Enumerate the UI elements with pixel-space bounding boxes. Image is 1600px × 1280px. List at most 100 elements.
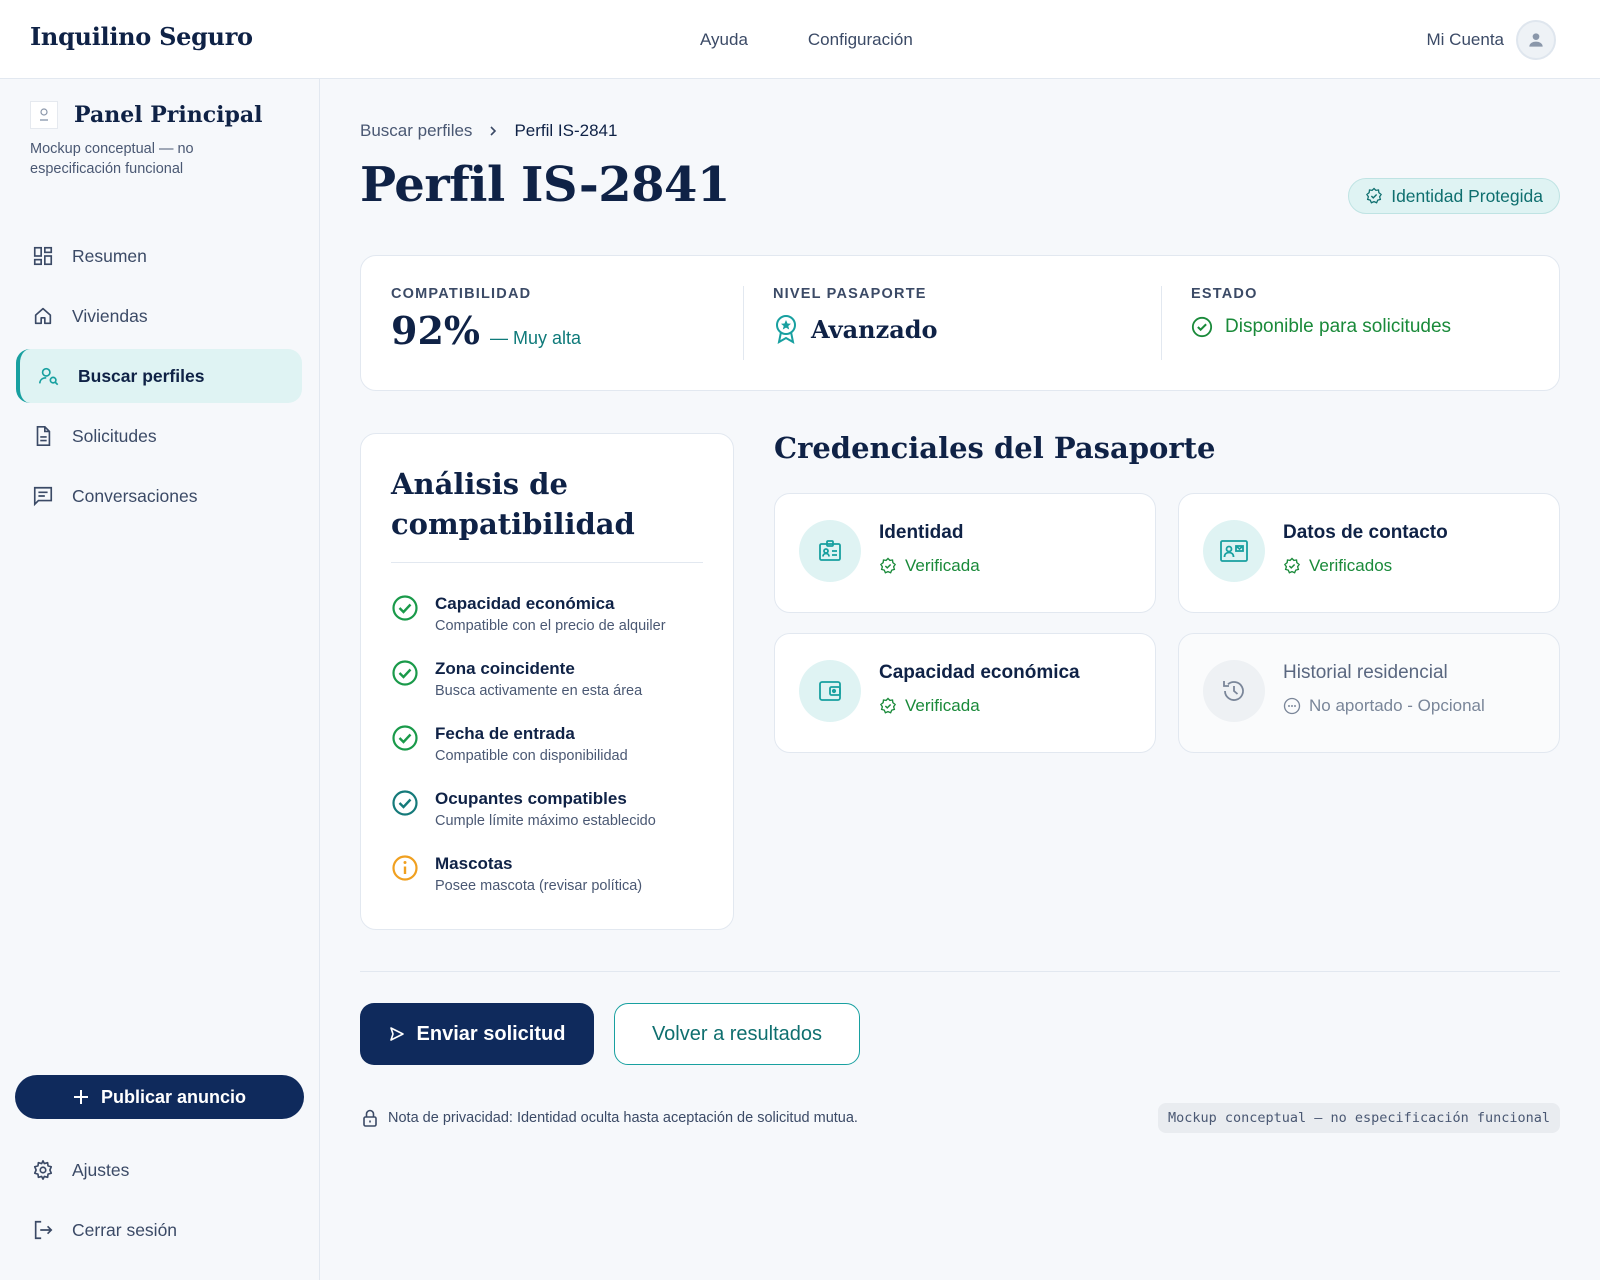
compatibility-value: 92% <box>391 308 480 353</box>
sidebar-item-conversaciones[interactable]: Conversaciones <box>16 469 302 523</box>
chevron-right-icon <box>490 126 497 136</box>
sidebar-item-label: Viviendas <box>72 305 148 326</box>
mockup-disclaimer-tag: Mockup conceptual — no especificación fu… <box>1157 1103 1560 1133</box>
contact-card-icon <box>1203 520 1265 582</box>
sidebar-item-label: Cerrar sesión <box>72 1219 178 1240</box>
credential-status-label: Verificada <box>905 556 980 575</box>
criterion-name: Fecha de entrada <box>435 724 575 743</box>
credentials-title: Credenciales del Pasaporte <box>774 431 1216 465</box>
page-title: Perfil IS-2841 <box>360 157 730 213</box>
id-badge-icon <box>799 520 861 582</box>
home-icon <box>34 307 52 325</box>
criterion-desc: Compatible con disponibilidad <box>435 748 628 764</box>
criterion-item: Fecha de entrada Compatible con disponibi… <box>391 724 628 764</box>
send-request-button[interactable]: Enviar solicitud <box>360 1003 594 1065</box>
check-circle-icon <box>392 595 418 621</box>
compatibility-analysis-card: Análisis de compatibilidad Capacidad eco… <box>360 433 734 930</box>
divider <box>391 562 703 563</box>
badge-label: Identidad Protegida <box>1391 185 1543 206</box>
criterion-desc: Cumple límite máximo establecido <box>435 813 656 829</box>
check-circle-icon <box>392 790 418 816</box>
sidebar-item-resumen[interactable]: Resumen <box>16 229 302 283</box>
compatibility-label: COMPATIBILIDAD <box>391 286 532 302</box>
sidebar-bottom-nav: Ajustes Cerrar sesión <box>16 1143 302 1263</box>
info-circle-icon <box>392 855 418 881</box>
compatibility-note: — Muy alta <box>490 328 582 348</box>
credential-status: Verificada <box>879 696 980 716</box>
account-menu[interactable]: Mi Cuenta <box>1427 20 1556 60</box>
sidebar: Panel Principal Mockup conceptual — no e… <box>0 79 320 1280</box>
breadcrumb-parent[interactable]: Buscar perfiles <box>360 121 472 141</box>
profile-stats-card: COMPATIBILIDAD 92% — Muy alta NIVEL PASA… <box>360 255 1560 391</box>
breadcrumb-current: Perfil IS-2841 <box>514 121 618 140</box>
top-bar: Inquilino Seguro Ayuda Configuración Mi … <box>0 0 1600 79</box>
gear-icon <box>33 1160 53 1180</box>
credential-status: Verificada <box>879 556 980 576</box>
sidebar-item-buscar-perfiles[interactable]: Buscar perfiles <box>16 349 302 403</box>
passport-level-value: Avanzado <box>811 314 938 344</box>
nav-link-configuracion[interactable]: Configuración <box>808 30 913 50</box>
criterion-name: Zona coincidente <box>435 659 575 678</box>
sidebar-nav: Resumen Viviendas Buscar perfiles Solici… <box>16 229 302 529</box>
credential-name: Datos de contacto <box>1283 522 1448 543</box>
sidebar-item-label: Buscar perfiles <box>78 365 205 386</box>
credential-card-capacidad-economica[interactable]: Capacidad económica Verificada <box>774 633 1156 753</box>
check-circle-icon <box>392 660 418 686</box>
status-value: Disponible para solicitudes <box>1225 316 1452 337</box>
brand-logo[interactable]: Inquilino Seguro <box>30 22 253 51</box>
sidebar-title: Panel Principal <box>74 102 263 128</box>
sidebar-item-label: Resumen <box>72 245 147 266</box>
divider <box>743 286 744 360</box>
breadcrumb: Buscar perfiles Perfil IS-2841 <box>360 121 617 141</box>
criterion-item: Capacidad económica Compatible con el pre… <box>391 594 666 634</box>
check-circle-icon <box>1191 316 1213 338</box>
publish-listing-button[interactable]: Publicar anuncio <box>15 1075 304 1119</box>
passport-level-stat: NIVEL PASAPORTE Avanzado <box>773 286 938 344</box>
credential-name: Identidad <box>879 522 964 543</box>
lock-icon <box>363 1109 377 1127</box>
history-icon <box>1203 660 1265 722</box>
document-icon <box>36 426 51 446</box>
credential-card-datos-contacto[interactable]: Datos de contacto Verificados <box>1178 493 1560 613</box>
account-label: Mi Cuenta <box>1426 30 1504 49</box>
criterion-desc: Compatible con el precio de alquiler <box>435 618 666 634</box>
more-circle-icon <box>1283 697 1301 715</box>
credential-status-label: Verificada <box>905 696 980 715</box>
sidebar-item-cerrar-sesion[interactable]: Cerrar sesión <box>16 1203 302 1257</box>
check-circle-icon <box>392 725 418 751</box>
criterion-item: Mascotas Posee mascota (revisar política) <box>391 854 642 894</box>
verified-badge-icon <box>1283 557 1301 574</box>
credential-name: Historial residencial <box>1283 662 1448 683</box>
chat-icon <box>33 486 53 507</box>
identity-protected-badge: Identidad Protegida <box>1348 178 1560 214</box>
criterion-desc: Busca activamente en esta área <box>435 683 643 699</box>
criterion-item: Zona coincidente Busca activamente en est… <box>391 659 642 699</box>
sidebar-item-solicitudes[interactable]: Solicitudes <box>16 409 302 463</box>
analysis-title: Análisis de compatibilidad <box>391 467 635 541</box>
status-label: ESTADO <box>1191 286 1258 302</box>
panel-logo <box>30 101 58 129</box>
sidebar-item-ajustes[interactable]: Ajustes <box>16 1143 302 1197</box>
privacy-text: Nota de privacidad: Identidad oculta has… <box>388 1110 858 1126</box>
avatar[interactable] <box>1516 20 1556 60</box>
credential-status-label: No aportado - Opcional <box>1309 696 1485 715</box>
compatibility-stat: COMPATIBILIDAD 92% — Muy alta <box>391 286 581 353</box>
credential-card-identidad[interactable]: Identidad Verificada <box>774 493 1156 613</box>
verified-badge-icon <box>1366 187 1383 204</box>
sidebar-item-label: Conversaciones <box>72 485 198 506</box>
send-icon <box>389 1027 404 1041</box>
credential-card-historial-residencial[interactable]: Historial residencial No aportado - Opci… <box>1178 633 1560 753</box>
sidebar-subtitle: Mockup conceptual — no especificación fu… <box>30 141 194 177</box>
credential-status-label: Verificados <box>1309 556 1393 575</box>
passport-level-label: NIVEL PASAPORTE <box>773 286 927 302</box>
back-to-results-button[interactable]: Volver a resultados <box>614 1003 860 1065</box>
sidebar-item-viviendas[interactable]: Viviendas <box>16 289 302 343</box>
divider <box>1161 286 1162 360</box>
sidebar-item-label: Ajustes <box>72 1159 130 1180</box>
send-request-label: Enviar solicitud <box>416 1022 566 1045</box>
criterion-name: Mascotas <box>435 854 513 873</box>
nav-link-ayuda[interactable]: Ayuda <box>700 30 748 50</box>
verified-badge-icon <box>879 557 897 574</box>
wallet-icon <box>799 660 861 722</box>
sidebar-item-label: Solicitudes <box>72 425 157 446</box>
